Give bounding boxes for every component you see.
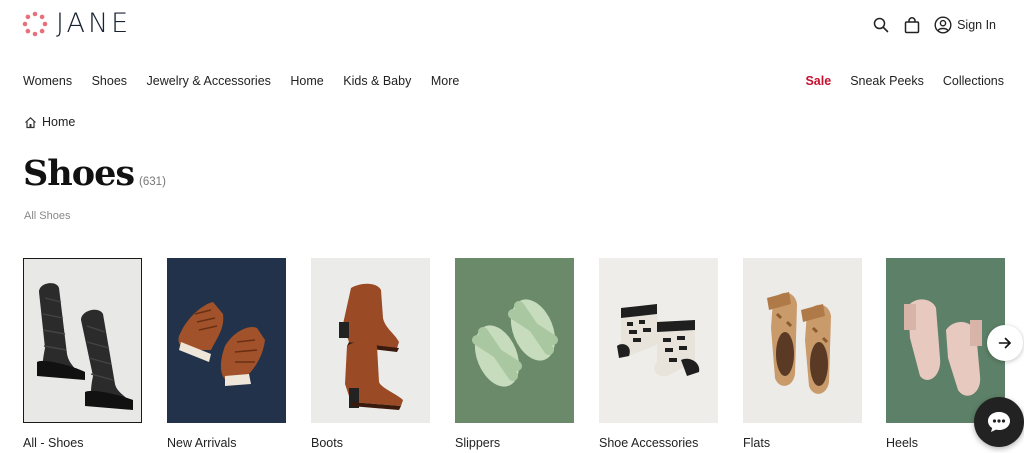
nav-item-sale[interactable]: Sale [805, 74, 831, 88]
breadcrumb: Home [24, 115, 75, 129]
carousel-next-button[interactable] [987, 325, 1023, 361]
page-heading: Shoes (631) [23, 153, 166, 194]
main-navigation: Womens Shoes Jewelry & Accessories Home … [0, 70, 1024, 94]
top-bar: JANE Sign In [0, 0, 1024, 52]
nav-item-collections[interactable]: Collections [943, 74, 1004, 88]
category-image [599, 258, 718, 423]
category-carousel: All - Shoes New Arrivals Boots Slippers … [23, 258, 1024, 453]
category-label: New Arrivals [167, 436, 237, 450]
search-icon [873, 17, 889, 33]
category-image [167, 258, 286, 423]
category-label: Heels [886, 436, 918, 450]
breadcrumb-home-link[interactable]: Home [42, 115, 75, 129]
nav-item-jewelry-accessories[interactable]: Jewelry & Accessories [147, 74, 271, 88]
sign-in-label: Sign In [957, 18, 996, 32]
category-tile-boots[interactable]: Boots [311, 258, 430, 450]
category-image [743, 258, 862, 423]
nav-item-kids-baby[interactable]: Kids & Baby [343, 74, 411, 88]
nav-item-shoes[interactable]: Shoes [92, 74, 127, 88]
shopping-bag-icon [904, 16, 920, 33]
nav-right-group: Sale Sneak Peeks Collections [786, 74, 1004, 88]
nav-item-home[interactable]: Home [290, 74, 323, 88]
category-label: Slippers [455, 436, 501, 450]
category-tile-new-arrivals[interactable]: New Arrivals [167, 258, 286, 450]
category-image [455, 258, 574, 423]
sign-in-link[interactable]: Sign In [934, 16, 996, 34]
user-icon [934, 16, 952, 34]
brand-name: JANE [56, 8, 132, 39]
page-title: Shoes [23, 153, 135, 194]
brand-logo[interactable]: JANE [22, 9, 131, 39]
nav-item-more[interactable]: More [431, 74, 459, 88]
arrow-right-icon [998, 337, 1011, 349]
cart-button[interactable] [901, 14, 923, 36]
category-image [311, 258, 430, 423]
category-label: All - Shoes [23, 436, 84, 450]
category-label: Flats [743, 436, 771, 450]
product-count: (631) [139, 176, 166, 188]
category-image [23, 258, 142, 423]
category-label: Boots [311, 436, 343, 450]
category-tile-all-shoes[interactable]: All - Shoes [23, 258, 142, 450]
subcategory-label: All Shoes [24, 210, 71, 222]
category-tile-flats[interactable]: Flats [743, 258, 862, 450]
category-tile-slippers[interactable]: Slippers [455, 258, 574, 450]
category-label: Shoe Accessories [599, 436, 699, 450]
nav-left-group: Womens Shoes Jewelry & Accessories Home … [23, 74, 479, 88]
logo-dots-icon [22, 11, 48, 37]
nav-item-womens[interactable]: Womens [23, 74, 72, 88]
chat-bubble-icon [988, 412, 1010, 432]
header-actions: Sign In [861, 14, 996, 36]
nav-item-sneak-peeks[interactable]: Sneak Peeks [850, 74, 924, 88]
chat-button[interactable] [974, 397, 1024, 447]
home-icon [25, 116, 36, 128]
search-button[interactable] [870, 14, 892, 36]
category-tile-shoe-accessories[interactable]: Shoe Accessories [599, 258, 718, 450]
